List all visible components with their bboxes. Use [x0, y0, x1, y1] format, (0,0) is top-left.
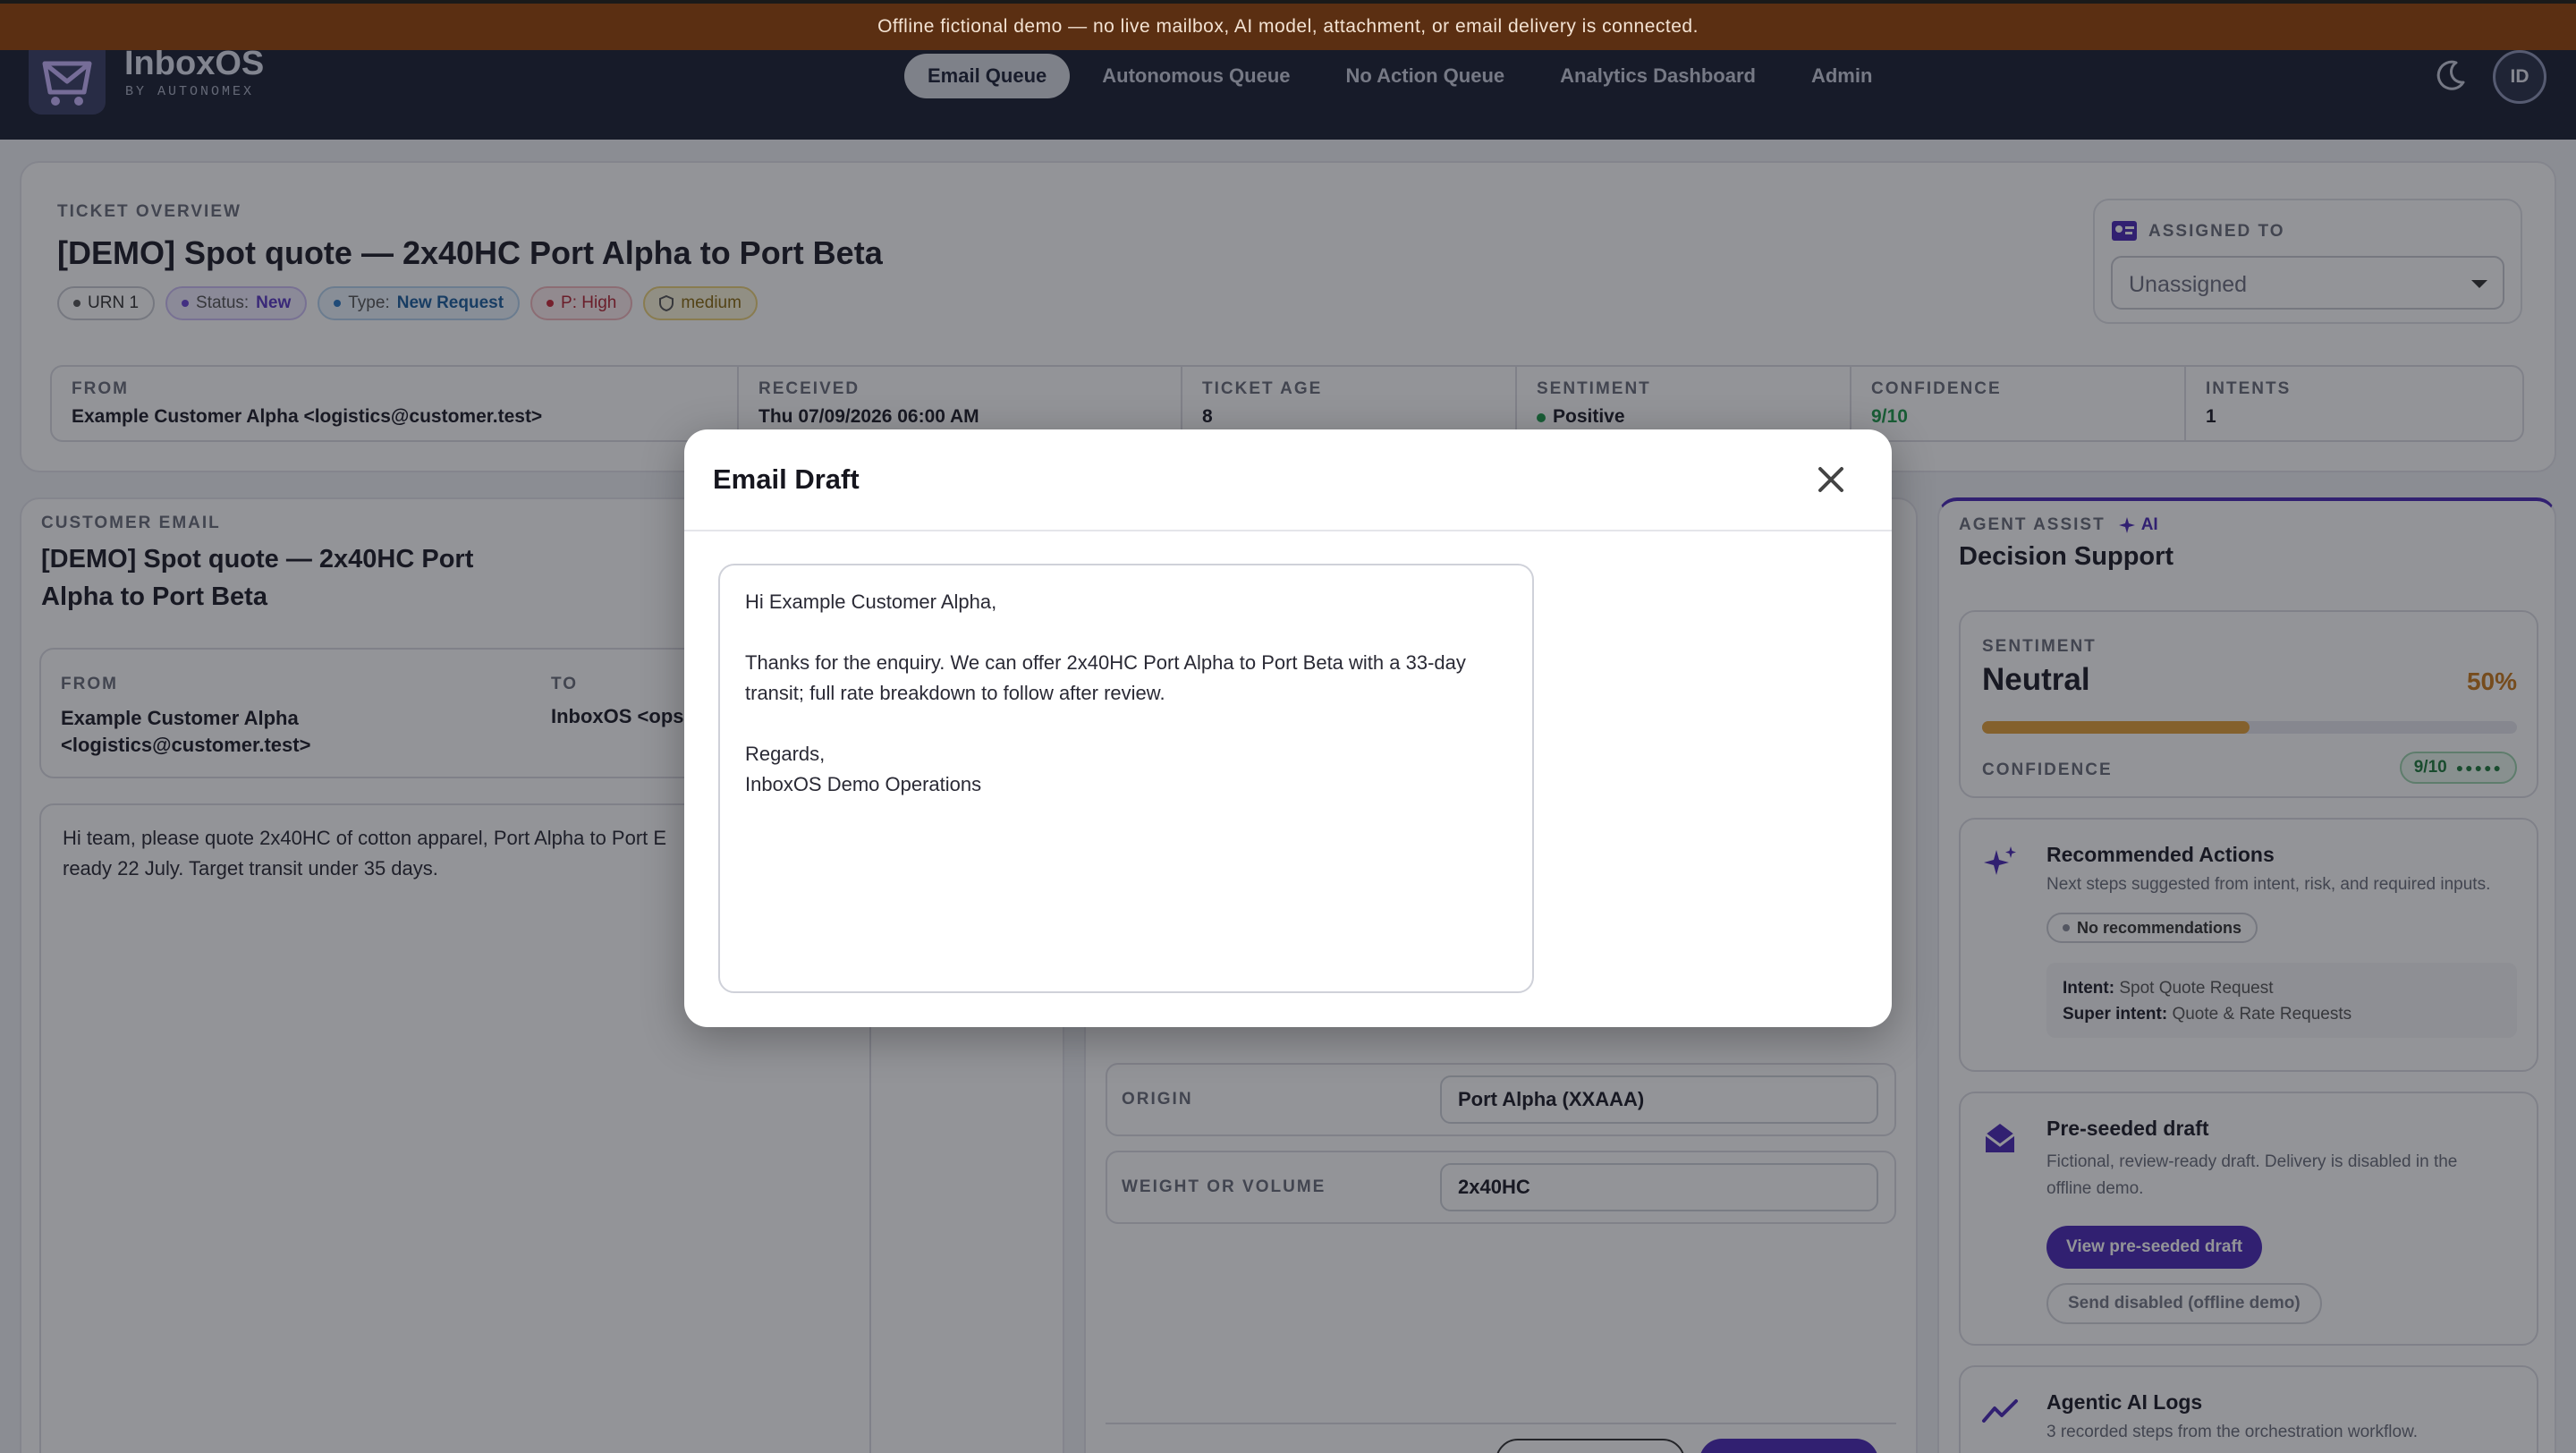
- modal-title: Email Draft: [713, 463, 860, 495]
- draft-textarea[interactable]: Hi Example Customer Alpha, Thanks for th…: [718, 564, 1534, 993]
- email-draft-modal: Email Draft Hi Example Customer Alpha, T…: [684, 429, 1892, 1027]
- offline-demo-banner: Offline fictional demo — no live mailbox…: [0, 0, 2576, 50]
- modal-divider: [684, 530, 1892, 531]
- draft-greeting: Hi Example Customer Alpha,: [745, 591, 997, 613]
- draft-signoff: Regards, InboxOS Demo Operations: [745, 743, 982, 795]
- close-icon[interactable]: [1813, 462, 1849, 497]
- draft-paragraph: Thanks for the enquiry. We can offer 2x4…: [745, 651, 1466, 704]
